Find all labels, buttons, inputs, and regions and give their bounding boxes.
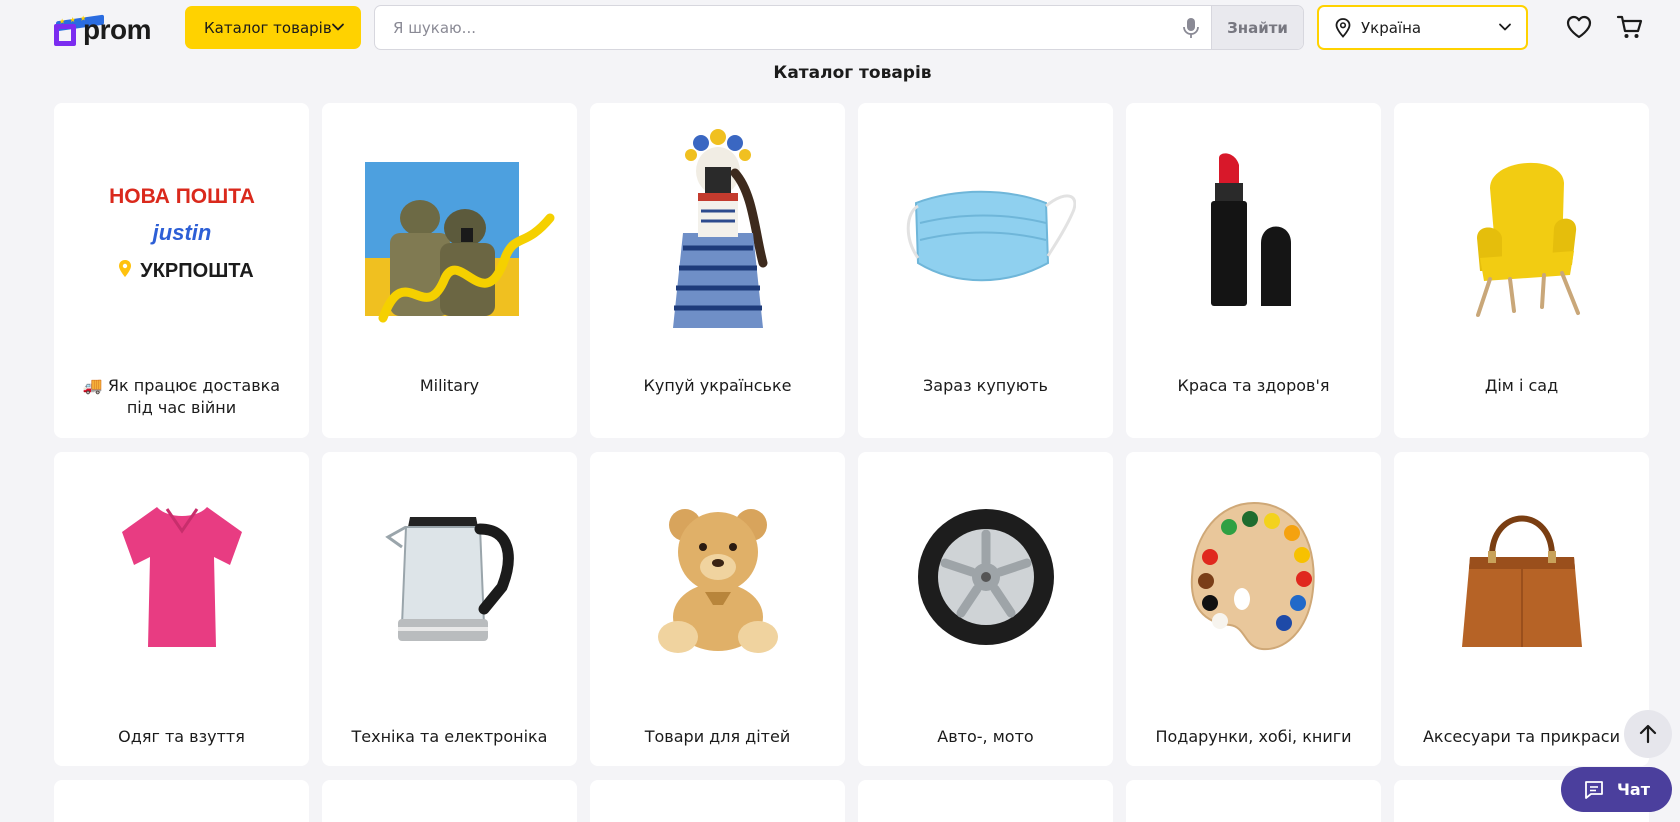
category-card[interactable] — [858, 780, 1113, 822]
category-card-kids[interactable]: Товари для дітей — [590, 452, 845, 766]
category-label: Military — [419, 376, 480, 395]
paint-palette-image — [1126, 452, 1381, 702]
microphone-icon[interactable] — [1181, 17, 1201, 39]
category-label: 🚚 Як працює доставка під час війни — [82, 376, 281, 417]
search-bar: Знайти — [374, 5, 1304, 50]
chat-button[interactable]: Чат — [1561, 767, 1672, 812]
chat-button-label: Чат — [1617, 780, 1650, 799]
region-select[interactable]: Україна — [1317, 5, 1528, 50]
teddy-bear-image — [590, 452, 845, 702]
handbag-image — [1394, 452, 1649, 702]
nova-poshta-logo-text: НОВА ПОШТА — [109, 185, 255, 208]
arrow-up-icon — [1639, 724, 1657, 744]
category-card-beauty[interactable]: Краса та здоров'я — [1126, 103, 1381, 438]
category-card-buy-ukrainian[interactable]: Купуй українське — [590, 103, 845, 438]
category-card[interactable] — [322, 780, 577, 822]
region-selected-value: Україна — [1361, 18, 1422, 37]
lipstick-image — [1126, 103, 1381, 363]
prom-logo-icon — [54, 14, 104, 46]
category-card-delivery[interactable]: НОВА ПОШТА justin УКРПОШТА 🚚 Як працює д… — [54, 103, 309, 438]
page-title: Каталог товарів — [773, 63, 932, 83]
category-label: Товари для дітей — [644, 727, 791, 746]
category-card-military[interactable]: Military — [322, 103, 577, 438]
category-card-home-garden[interactable]: Дім і сад — [1394, 103, 1649, 438]
justin-logo-text: justin — [149, 220, 211, 245]
search-button[interactable]: Знайти — [1211, 6, 1303, 49]
category-card-trending[interactable]: Зараз купують — [858, 103, 1113, 438]
catalog-button[interactable]: Каталог товарів — [185, 6, 361, 49]
category-label: Одяг та взуття — [118, 727, 245, 746]
category-card-electronics[interactable]: Техніка та електроніка — [322, 452, 577, 766]
category-card-auto[interactable]: Авто-, мото — [858, 452, 1113, 766]
logo-text: prom — [83, 14, 152, 45]
category-card-accessories[interactable]: Аксесуари та прикраси — [1394, 452, 1649, 766]
armchair-image — [1394, 103, 1649, 363]
chevron-down-icon — [332, 23, 344, 31]
category-label: Зараз купують — [923, 376, 1048, 395]
category-card-gifts-hobby[interactable]: Подарунки, хобі, книги — [1126, 452, 1381, 766]
category-card[interactable] — [1126, 780, 1381, 822]
tire-image — [858, 452, 1113, 702]
category-label: Техніка та електроніка — [351, 727, 548, 746]
category-card[interactable] — [54, 780, 309, 822]
face-mask-image — [858, 103, 1113, 363]
favorites-heart-icon[interactable] — [1565, 13, 1593, 41]
kettle-image — [322, 452, 577, 702]
chat-icon — [1585, 780, 1603, 799]
t-shirt-image — [54, 452, 309, 702]
category-label: Дім і сад — [1484, 376, 1559, 395]
chevron-down-icon — [1499, 23, 1511, 31]
motanka-doll-image — [590, 103, 845, 363]
category-label: Краса та здоров'я — [1177, 376, 1330, 395]
category-label: Аксесуари та прикраси — [1422, 727, 1620, 746]
prom-logo[interactable]: prom — [54, 8, 158, 46]
military-image — [322, 103, 577, 363]
search-button-label: Знайти — [1227, 18, 1288, 37]
delivery-logos-image: НОВА ПОШТА justin УКРПОШТА — [54, 103, 309, 363]
site-header: prom Каталог товарів Знайти Україна — [0, 0, 1680, 56]
scroll-to-top-button[interactable] — [1624, 710, 1672, 758]
category-card[interactable] — [590, 780, 845, 822]
cart-icon[interactable] — [1616, 13, 1644, 41]
catalog-button-label: Каталог товарів — [204, 18, 332, 37]
ukrposhta-logo-text: УКРПОШТА — [140, 260, 253, 282]
category-label: Купуй українське — [643, 376, 792, 395]
search-input[interactable] — [375, 6, 1165, 49]
category-card-clothing[interactable]: Одяг та взуття — [54, 452, 309, 766]
location-pin-icon — [1335, 18, 1351, 38]
category-label: Авто-, мото — [937, 727, 1034, 746]
category-grid: НОВА ПОШТА justin УКРПОШТА 🚚 Як працює д… — [54, 103, 1650, 822]
category-label: Подарунки, хобі, книги — [1155, 727, 1352, 746]
